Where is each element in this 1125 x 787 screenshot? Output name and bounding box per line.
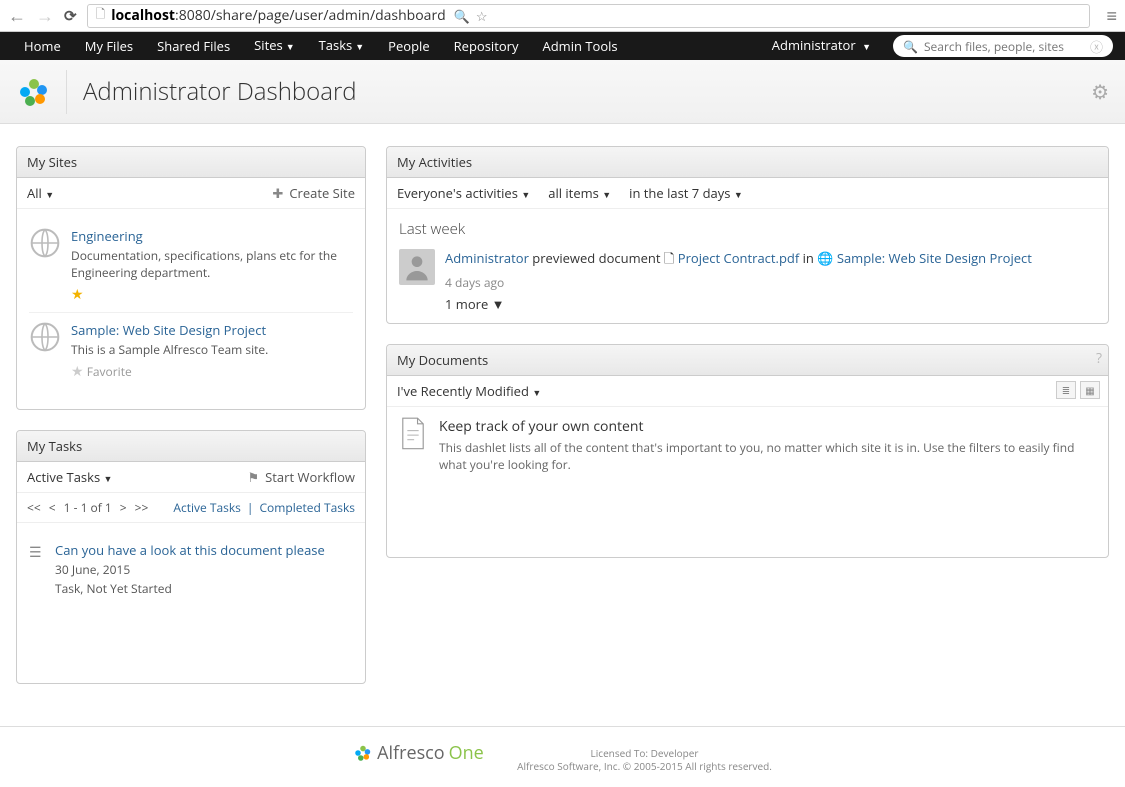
task-icon: ☰ [29,543,45,597]
url-text: localhost:8080/share/page/user/admin/das… [111,6,446,25]
footer-copyright: Alfresco Software, Inc. © 2005-2015 All … [517,759,772,773]
site-item: Engineering Documentation, specification… [29,219,353,313]
user-link[interactable]: Administrator [445,249,529,267]
task-link[interactable]: Can you have a look at this document ple… [55,541,325,559]
document-link[interactable]: Project Contract.pdf [678,249,799,267]
globe-icon [29,227,61,259]
page-footer: Alfresco One Licensed To: Developer Alfr… [0,726,1125,787]
document-icon [399,417,427,451]
nav-home[interactable]: Home [12,32,73,60]
dashboard: My Sites All ▼ ✚Create Site Engineering … [0,124,1125,706]
workflow-icon: ⚑ [248,468,260,486]
activities-filter-who[interactable]: Everyone's activities ▼ [397,184,530,202]
dashlet-header: My Sites [17,147,365,178]
forward-button[interactable]: → [36,4,54,28]
activity-text: Administrator previewed document 🗋 Proje… [445,249,1032,272]
sites-filter[interactable]: All ▼ [27,184,54,202]
browser-toolbar: ← → ⟳ 🗋 localhost:8080/share/page/user/a… [0,0,1125,32]
document-icon: 🗋 [664,249,678,267]
dashlet-my-tasks: My Tasks Active Tasks ▼ ⚑Start Workflow … [16,430,366,684]
customize-dashboard-icon[interactable]: ⚙ [1091,78,1109,105]
nav-admin-tools[interactable]: Admin Tools [531,32,630,60]
pager-status: 1 - 1 of 1 [64,499,112,516]
activity-time: 4 days ago [445,274,1032,291]
start-workflow-link[interactable]: ⚑Start Workflow [248,468,355,486]
reload-button[interactable]: ⟳ [64,6,77,26]
nav-my-files[interactable]: My Files [73,32,145,60]
search-input[interactable] [924,38,1090,55]
dashlet-header: My Tasks [17,431,365,462]
activities-filter-type[interactable]: all items ▼ [548,184,611,202]
help-icon[interactable]: ? [1096,349,1102,368]
address-bar[interactable]: 🗋 localhost:8080/share/page/user/admin/d… [87,4,1091,28]
back-button[interactable]: ← [8,4,26,28]
avatar-icon [399,249,435,285]
activity-item: Administrator previewed document 🗋 Proje… [399,249,1096,313]
alfresco-logo-icon [16,74,52,110]
user-menu[interactable]: Administrator ▼ [760,31,883,61]
activity-more-toggle[interactable]: 1 more ▼ [445,295,1032,313]
bookmark-star-icon[interactable]: ☆ [476,7,488,25]
site-link[interactable]: Sample: Web Site Design Project [837,249,1032,267]
pager-prev[interactable]: < [49,499,56,516]
nav-repository[interactable]: Repository [442,32,531,60]
favorite-toggle[interactable]: ★ [71,285,353,304]
task-status: Task, Not Yet Started [55,580,325,597]
pager-next[interactable]: > [120,499,127,516]
dashlet-header: My Activities [387,147,1108,178]
site-link[interactable]: Sample: Web Site Design Project [71,321,268,339]
site-link[interactable]: Engineering [71,227,353,245]
nav-shared-files[interactable]: Shared Files [145,32,242,60]
global-search[interactable]: 🔍 ⓧ [893,35,1113,57]
clear-search-icon[interactable]: ⓧ [1090,37,1103,56]
docs-empty-title: Keep track of your own content [439,417,1096,436]
activities-filter-range[interactable]: in the last 7 days ▼ [629,184,743,202]
docs-empty-description: This dashlet lists all of the content th… [439,440,1096,474]
dashlet-header: My Documents ? [387,345,1108,376]
task-date: 30 June, 2015 [55,561,325,578]
page-icon: 🗋 [96,5,106,26]
site-item: Sample: Web Site Design Project This is … [29,313,353,389]
site-description: Documentation, specifications, plans etc… [71,247,353,281]
site-description: This is a Sample Alfresco Team site. [71,341,268,358]
page-title: Administrator Dashboard [83,75,357,108]
activity-section-title: Last week [399,219,1096,239]
tab-active-tasks[interactable]: Active Tasks [173,499,241,516]
favorite-toggle[interactable]: ★ Favorite [71,362,268,381]
dashlet-my-sites: My Sites All ▼ ✚Create Site Engineering … [16,146,366,410]
view-list-icon[interactable]: ≣ [1056,381,1076,399]
create-site-link[interactable]: ✚Create Site [272,184,355,202]
dashlet-my-documents: My Documents ? I've Recently Modified ▼ … [386,344,1109,558]
nav-people[interactable]: People [376,32,441,60]
nav-tasks[interactable]: Tasks▼ [307,31,377,61]
footer-licensed: Licensed To: Developer [591,746,699,760]
globe-icon [29,321,61,353]
nav-sites[interactable]: Sites▼ [242,31,306,61]
search-icon: 🔍 [903,38,918,55]
tab-completed-tasks[interactable]: Completed Tasks [260,499,356,516]
search-in-page-icon[interactable]: 🔍 [454,7,470,25]
tasks-filter[interactable]: Active Tasks ▼ [27,468,112,486]
create-site-icon: ✚ [272,184,283,202]
task-item: ☰ Can you have a look at this document p… [29,533,353,605]
pager-last[interactable]: >> [135,499,149,516]
browser-menu-icon[interactable]: ≡ [1106,4,1117,28]
global-nav: Home My Files Shared Files Sites▼ Tasks▼… [0,32,1125,60]
docs-filter[interactable]: I've Recently Modified ▼ [397,382,541,400]
site-icon: 🌐 [817,249,837,267]
dashlet-my-activities: My Activities Everyone's activities ▼ al… [386,146,1109,324]
pager-first[interactable]: << [27,499,41,516]
view-grid-icon[interactable]: ▦ [1080,381,1100,399]
footer-logo: Alfresco One [353,741,484,765]
page-header: Administrator Dashboard ⚙ [0,60,1125,124]
